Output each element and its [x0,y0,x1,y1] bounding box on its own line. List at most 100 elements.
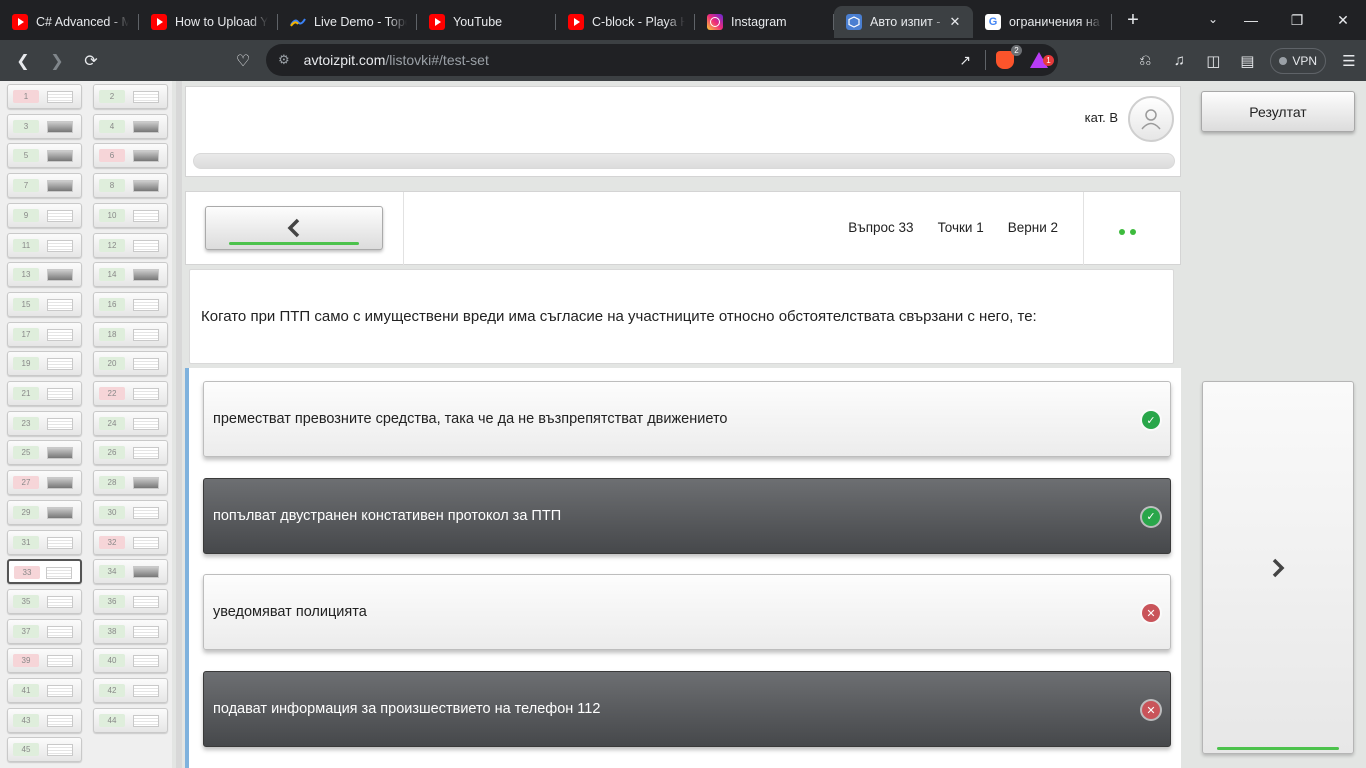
question-nav-item[interactable]: 14 [93,262,168,288]
question-nav-item[interactable]: 39 [7,648,82,674]
brave-rewards-icon[interactable]: 1 [1030,52,1054,68]
result-button[interactable]: Резултат [1201,91,1355,132]
question-nav-item[interactable]: 44 [93,707,168,733]
bookmark-icon[interactable]: ♡ [226,44,260,78]
question-nav-item[interactable]: 35 [7,588,82,614]
browser-tab[interactable]: Авто изпит - ✕ [834,6,973,38]
question-nav-item[interactable]: 22 [93,381,168,406]
question-nav-item[interactable]: 12 [93,232,168,258]
question-nav-number: 44 [99,713,125,727]
question-nav-item[interactable]: 29 [7,499,82,525]
youtube-icon [12,14,28,30]
question-nav-item[interactable]: 43 [7,707,82,733]
page-content: 1 2 3 4 5 6 7 8 9 10 11 12 13 14 15 16 17 18 19 20 21 22 23 24 2… [0,81,1366,768]
question-nav-item[interactable]: 32 [93,529,168,555]
restore-button[interactable]: ❐ [1274,0,1320,40]
previous-question-button[interactable] [205,206,383,250]
answer-option[interactable]: попълват двустранен констативен протокол… [203,477,1171,554]
question-nav-item[interactable]: 5 [7,143,82,169]
question-nav-item[interactable]: 10 [93,202,168,228]
question-nav-item[interactable]: 1 [7,84,82,109]
question-nav-item[interactable]: 18 [93,321,168,347]
question-nav-item[interactable]: 27 [7,470,82,496]
media-icon[interactable]: ♫ [1162,44,1196,78]
menu-icon[interactable]: ☰ [1332,44,1366,78]
question-nav-item[interactable]: 21 [7,381,82,406]
browser-tab[interactable]: Instagram [695,6,834,38]
question-nav-item[interactable]: 42 [93,678,168,703]
question-nav-item[interactable]: 25 [7,440,82,466]
close-window-button[interactable]: ✕ [1320,0,1366,40]
question-nav-item[interactable]: 3 [7,113,82,139]
question-nav-item[interactable]: 24 [93,410,168,436]
answer-option[interactable]: подават информация за произшествието на … [203,671,1171,748]
back-arrow-icon[interactable]: ❮ [6,44,40,78]
question-nav-item[interactable]: 26 [93,440,168,466]
address-bar[interactable]: ⚙ avtoizpit.com/listovki#/test-set ↗ 2 1 [266,44,1058,76]
share-icon[interactable]: ↗ [959,52,971,69]
browser-tab[interactable]: Gограничения на с [973,6,1112,38]
question-nav-item[interactable]: 9 [7,202,82,228]
points-value: Точки 1 [937,220,984,235]
next-question-button[interactable] [1202,381,1354,754]
question-thumbnail [47,269,73,282]
new-tab-button[interactable]: + [1118,9,1148,32]
question-nav-item[interactable]: 19 [7,351,82,377]
question-nav-item[interactable]: 13 [7,262,82,288]
question-nav-item[interactable]: 33 [7,559,82,585]
question-thumbnail [46,567,72,580]
question-nav-item[interactable]: 17 [7,321,82,347]
question-nav-item[interactable]: 37 [7,618,82,644]
question-nav-number: 11 [13,238,39,252]
question-thumbnail [47,388,73,400]
question-nav-number: 1 [13,90,39,103]
tab-search-chevron-icon[interactable]: ⌄ [1208,12,1218,26]
question-thumbnail [47,358,73,371]
question-nav-item[interactable]: 30 [93,499,168,525]
brave-shields-icon[interactable]: 2 [996,45,1022,69]
extensions-icon[interactable]: ⎌ [1128,44,1162,78]
forward-arrow-icon[interactable]: ❯ [40,44,74,78]
sidebar-icon[interactable]: ◫ [1196,44,1230,78]
question-nav-item[interactable]: 31 [7,529,82,555]
browser-tab[interactable]: C-block - Playa H [556,6,695,38]
vpn-button[interactable]: VPN [1270,47,1326,74]
question-nav-item[interactable]: 6 [93,143,168,169]
check-icon: ✓ [1142,411,1160,429]
question-nav-item[interactable]: 7 [7,173,82,199]
question-nav-item[interactable]: 4 [93,113,168,139]
browser-tab[interactable]: How to Upload Yo [139,6,278,38]
browser-tab[interactable]: YouTube [417,6,556,38]
question-nav-item[interactable]: 8 [93,173,168,199]
test-progress-bar [193,153,1175,169]
browser-tab[interactable]: Live Demo - Topo [278,6,417,38]
question-nav-item[interactable]: 41 [7,678,82,703]
question-nav-item[interactable]: 11 [7,232,82,258]
answer-option[interactable]: преместват превозните средства, така че … [203,381,1171,457]
close-tab-icon[interactable]: ✕ [947,14,963,30]
question-nav-number: 10 [99,208,125,222]
reload-icon[interactable]: ⟳ [74,44,108,78]
question-nav-item[interactable]: 15 [7,291,82,317]
question-nav-item[interactable]: 34 [93,559,168,585]
question-header: Въпрос 33 Точки 1 Верни 2 [185,191,1181,266]
minimize-button[interactable]: — [1228,0,1274,40]
browser-tab[interactable]: C# Advanced - M [0,6,139,38]
question-nav-item[interactable]: 38 [93,618,168,644]
question-nav-item[interactable]: 20 [93,351,168,377]
question-nav-item[interactable]: 28 [93,470,168,496]
question-nav-item[interactable]: 2 [93,84,168,109]
site-settings-icon[interactable]: ⚙ [278,52,290,68]
question-nav-item[interactable]: 45 [7,737,82,763]
question-nav-item[interactable]: 40 [93,648,168,674]
user-avatar-icon[interactable] [1128,96,1174,142]
answer-option[interactable]: уведомяват полицията ✕ [203,574,1171,651]
question-nav-number: 15 [13,297,39,311]
divider [403,192,404,266]
question-nav-item[interactable]: 16 [93,291,168,317]
question-nav-item[interactable]: 23 [7,410,82,436]
question-nav-item[interactable]: 36 [93,588,168,614]
question-thumbnail [133,91,159,103]
question-thumbnail [47,150,73,163]
wallet-icon[interactable]: ▤ [1230,44,1264,78]
